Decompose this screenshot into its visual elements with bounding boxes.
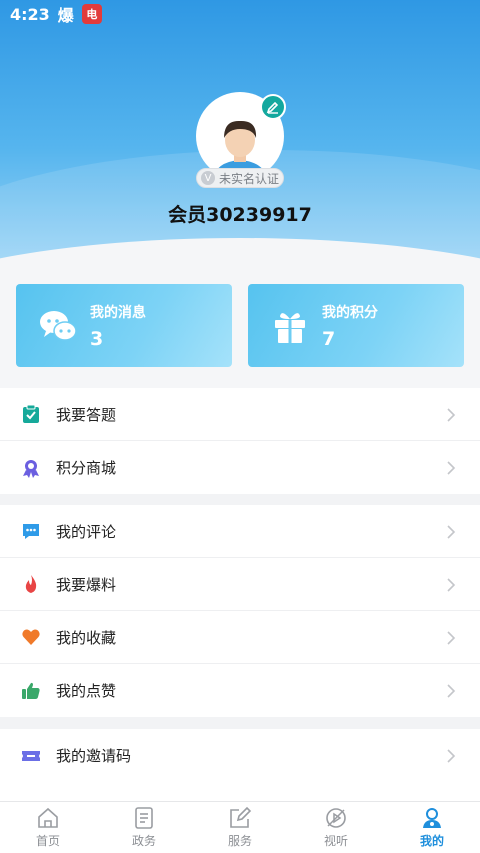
- points-card-title: 我的积分: [322, 304, 378, 321]
- messages-card[interactable]: 我的消息 3: [16, 284, 232, 367]
- menu-item-label: 我要爆料: [56, 575, 117, 594]
- medal-icon: [20, 457, 42, 479]
- gift-icon: [275, 312, 305, 343]
- chevron-right-icon: [447, 408, 456, 422]
- status-carrier-icon: 爆: [57, 6, 74, 25]
- verify-v-icon: V: [200, 171, 215, 185]
- status-bar: 4:23 爆 电: [0, 0, 480, 28]
- points-card[interactable]: 我的积分 7: [248, 284, 464, 367]
- chevron-right-icon: [447, 578, 456, 592]
- tab-label: 首页: [35, 834, 60, 848]
- comment-icon: [20, 520, 42, 542]
- tab-mine[interactable]: 我的: [384, 802, 480, 853]
- menu-item-favorites[interactable]: 我的收藏: [0, 611, 480, 664]
- tab-label: 政务: [131, 834, 156, 848]
- home-icon: [38, 807, 58, 828]
- menu-item-answer[interactable]: 我要答题: [0, 388, 480, 441]
- menu-item-points-mall[interactable]: 积分商城: [0, 441, 480, 494]
- tab-home[interactable]: 首页: [0, 802, 96, 853]
- tab-label: 视听: [323, 834, 348, 848]
- heart-icon: [20, 626, 42, 648]
- chevron-right-icon: [447, 749, 456, 763]
- menu-group-3: 我的邀请码: [0, 729, 480, 801]
- menu-item-label: 积分商城: [56, 459, 117, 477]
- menu-item-label: 我的评论: [56, 522, 117, 541]
- document-icon: [135, 807, 153, 829]
- tab-government[interactable]: 政务: [96, 802, 192, 853]
- menu-group-1: 我要答题 积分商城: [0, 388, 480, 494]
- menu-item-report[interactable]: 我要爆料: [0, 558, 480, 611]
- messages-card-text: 我的消息 3: [90, 302, 146, 350]
- messages-card-count: 3: [90, 327, 104, 350]
- edit-square-icon: [230, 806, 252, 828]
- ticket-icon: [20, 745, 42, 767]
- menu-item-label: 我的邀请码: [56, 747, 132, 765]
- status-time: 4:23: [10, 4, 50, 24]
- user-icon: [423, 808, 441, 828]
- tab-services[interactable]: 服务: [192, 802, 288, 853]
- avatar-wrap[interactable]: [196, 92, 286, 180]
- cards-area: 我的消息 3 我的积分 7: [0, 270, 480, 388]
- thumbs-up-icon: [20, 680, 42, 702]
- tab-video[interactable]: 视听: [288, 802, 384, 853]
- messages-card-title: 我的消息: [90, 304, 146, 321]
- points-card-count: 7: [322, 327, 336, 350]
- chevron-right-icon: [447, 461, 456, 475]
- pencil-icon: [266, 101, 279, 114]
- menu-item-invite-code[interactable]: 我的邀请码: [0, 729, 480, 782]
- username: 会员30239917: [168, 204, 312, 226]
- points-card-text: 我的积分 7: [322, 302, 378, 350]
- edit-avatar-button[interactable]: [260, 94, 286, 120]
- chevron-right-icon: [447, 684, 456, 698]
- menu-item-comments[interactable]: 我的评论: [0, 505, 480, 558]
- menu-item-label: 我要答题: [56, 405, 117, 424]
- menu-group-2: 我的评论 我要爆料 我的收藏 我的点赞: [0, 505, 480, 717]
- flame-icon: [20, 573, 42, 595]
- verify-status-tag[interactable]: V 未实名认证: [196, 168, 284, 188]
- tab-label: 我的: [419, 834, 444, 848]
- chat-bubbles-icon: [40, 310, 77, 341]
- bottom-tab-bar: 首页 政务 服务 视听 我的: [0, 801, 480, 853]
- chevron-right-icon: [447, 631, 456, 645]
- video-icon: [326, 808, 346, 828]
- verify-label: 未实名认证: [218, 171, 279, 186]
- menu-item-label: 我的点赞: [56, 682, 117, 700]
- menu-item-likes[interactable]: 我的点赞: [0, 664, 480, 717]
- app-badge-icon: 电: [81, 4, 102, 24]
- chevron-right-icon: [447, 525, 456, 539]
- menu-item-label: 我的收藏: [56, 628, 117, 647]
- clipboard-check-icon: [20, 403, 42, 425]
- tab-label: 服务: [227, 834, 252, 848]
